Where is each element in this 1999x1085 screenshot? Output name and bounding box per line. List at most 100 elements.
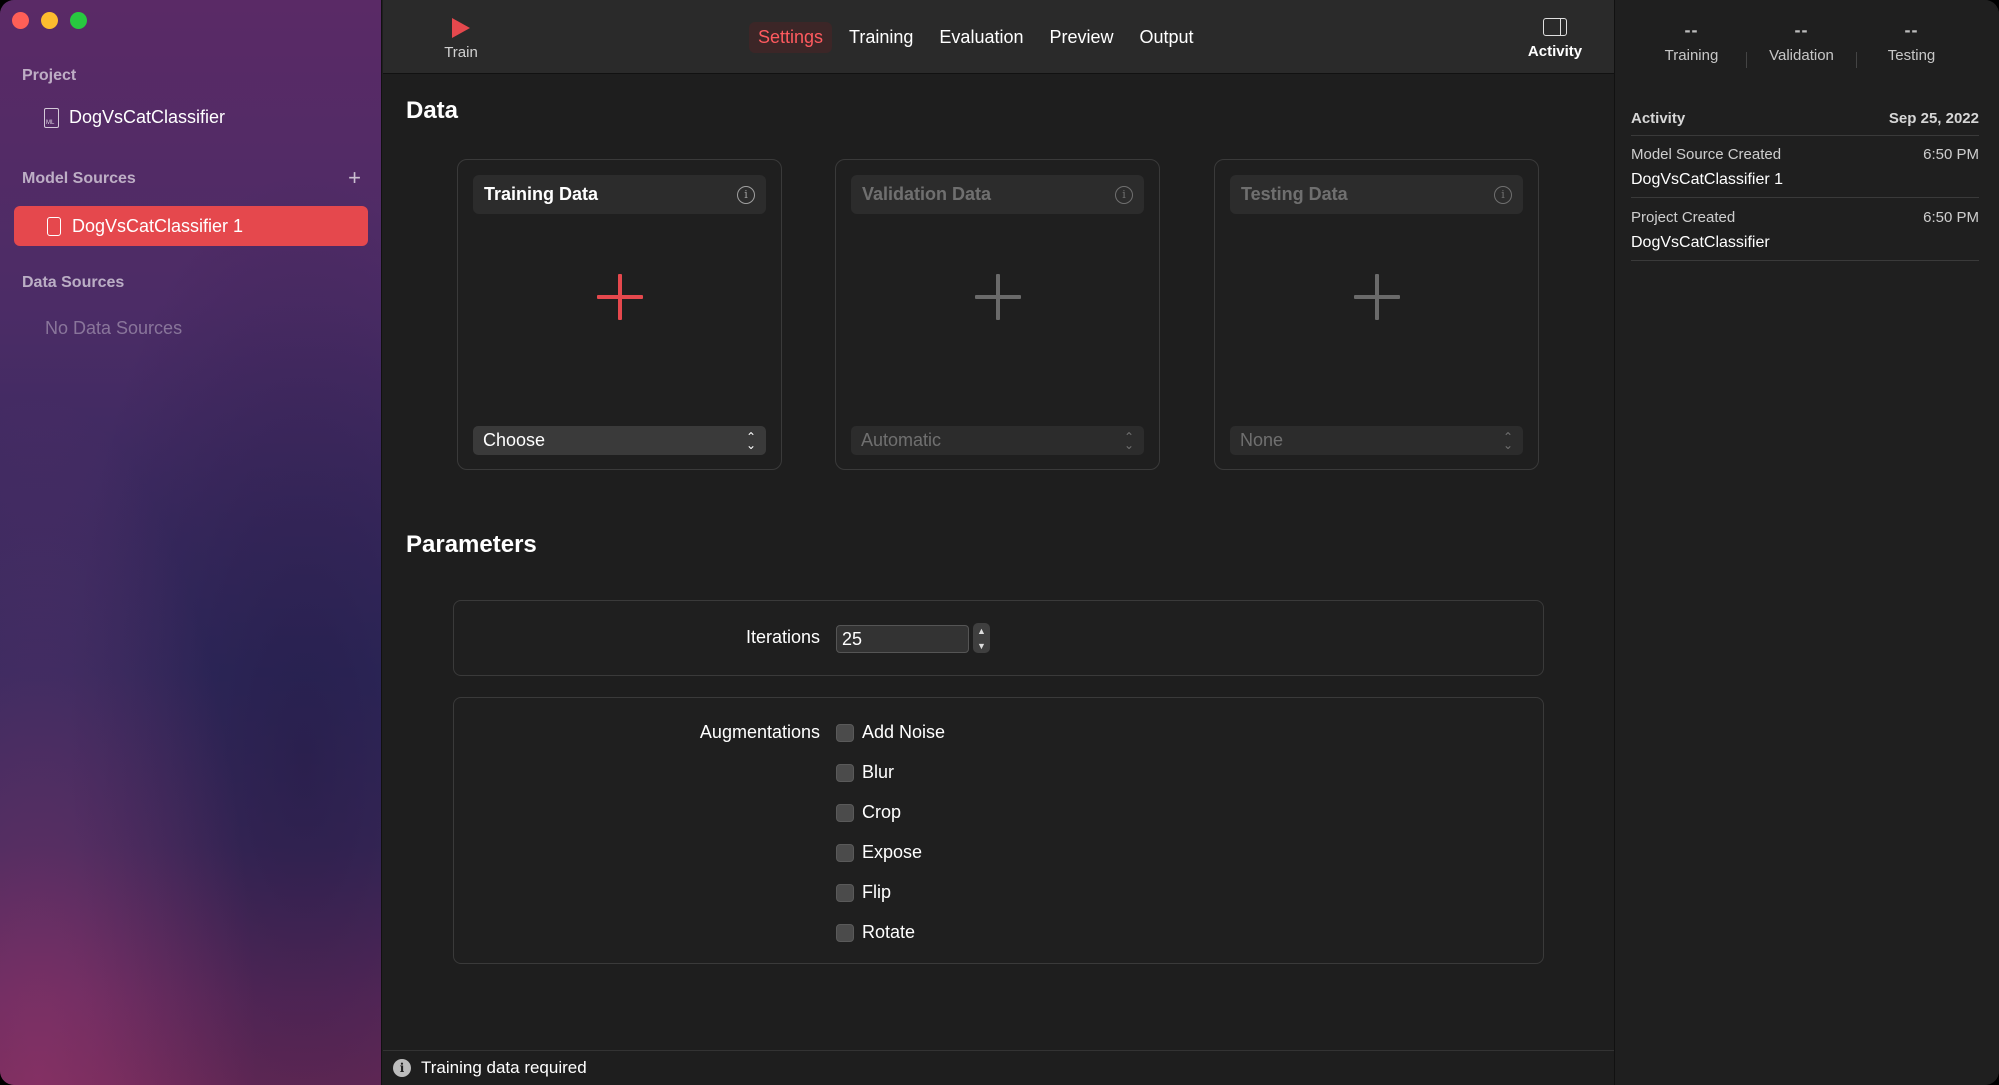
activity-panel: -- Training -- Validation -- Testing Act… xyxy=(1614,0,1999,1085)
info-icon: i xyxy=(393,1059,411,1077)
card-title: Testing Data xyxy=(1241,184,1348,204)
card-header: Validation Data i xyxy=(851,175,1144,214)
iterations-stepper[interactable]: ▲ ▼ xyxy=(973,623,990,653)
metric-label: Training xyxy=(1664,47,1719,64)
add-training-data-icon[interactable] xyxy=(596,274,643,320)
model-source-icon xyxy=(47,216,61,236)
train-label: Train xyxy=(444,44,478,61)
checkbox-label: Blur xyxy=(862,762,895,782)
activity-item-name: DogVsCatClassifier 1 xyxy=(1631,171,1784,188)
card-title: Validation Data xyxy=(862,184,992,204)
add-testing-data-icon[interactable] xyxy=(1353,274,1400,320)
tab-preview[interactable]: Preview xyxy=(1040,22,1122,53)
status-bar: i Training data required xyxy=(383,1050,1614,1085)
play-icon xyxy=(452,18,470,38)
iterations-label: Iterations xyxy=(745,627,820,647)
info-icon[interactable]: i xyxy=(737,185,755,204)
metric-label: Validation xyxy=(1769,47,1834,64)
model-source-name: DogVsCatClassifier 1 xyxy=(72,215,244,236)
augmentation-rotate[interactable]: Rotate xyxy=(836,922,915,943)
train-button[interactable]: Train xyxy=(431,18,491,61)
status-message: Training data required xyxy=(421,1058,587,1077)
activity-entry[interactable]: Model Source Created 6:50 PM DogVsCatCla… xyxy=(1631,146,1979,198)
card-header: Testing Data i xyxy=(1230,175,1523,214)
training-data-select[interactable]: Choose ⌃ ⌄ xyxy=(473,426,766,455)
activity-item-name: DogVsCatClassifier xyxy=(1631,234,1770,251)
augmentation-add-noise[interactable]: Add Noise xyxy=(836,722,945,743)
checkbox[interactable] xyxy=(836,723,854,742)
metric-value: -- xyxy=(1904,20,1919,40)
checkbox-label: Crop xyxy=(862,802,902,822)
data-section-heading: Data xyxy=(406,97,459,124)
activity-entry-row: Model Source Created 6:50 PM xyxy=(1631,146,1979,163)
activity-time: 6:50 PM xyxy=(1923,209,1979,226)
parameters-section-heading: Parameters xyxy=(406,531,537,558)
augmentation-crop[interactable]: Crop xyxy=(836,802,901,823)
checkbox[interactable] xyxy=(836,923,854,942)
iterations-panel: Iterations 25 ▲ ▼ xyxy=(453,600,1544,676)
info-icon[interactable]: i xyxy=(1494,185,1512,204)
activity-event: Model Source Created xyxy=(1631,146,1782,163)
sidebar-right-icon xyxy=(1543,18,1567,36)
activity-event: Project Created xyxy=(1631,209,1736,226)
select-value: Choose xyxy=(483,430,546,450)
stepper-down-icon[interactable]: ▼ xyxy=(977,641,986,651)
validation-metric: -- Validation xyxy=(1747,20,1856,68)
sidebar: Project DogVsCatClassifier Model Sources… xyxy=(0,0,382,1085)
add-model-source-button[interactable]: + xyxy=(348,167,361,189)
data-sources-empty-text: No Data Sources xyxy=(45,318,183,338)
activity-time: 6:50 PM xyxy=(1923,146,1979,163)
zoom-window-button[interactable] xyxy=(70,12,87,29)
checkbox[interactable] xyxy=(836,763,854,782)
minimize-window-button[interactable] xyxy=(41,12,58,29)
testing-metric: -- Testing xyxy=(1857,20,1966,68)
metric-value: -- xyxy=(1794,20,1809,40)
tab-training[interactable]: Training xyxy=(840,22,922,53)
select-value: None xyxy=(1240,430,1284,450)
toolbar: Train Settings Training Evaluation Previ… xyxy=(383,0,1614,74)
tab-settings[interactable]: Settings xyxy=(749,22,833,53)
augmentation-blur[interactable]: Blur xyxy=(836,762,894,783)
model-sources-heading: Model Sources xyxy=(22,170,136,187)
checkbox[interactable] xyxy=(836,843,854,862)
augmentations-label: Augmentations xyxy=(699,722,820,742)
activity-entry[interactable]: Project Created 6:50 PM DogVsCatClassifi… xyxy=(1631,209,1979,261)
validation-data-select[interactable]: Automatic ⌃ ⌄ xyxy=(851,426,1144,455)
close-window-button[interactable] xyxy=(12,12,29,29)
main-content: Data Training Data i Choose ⌃ ⌄ Validatio… xyxy=(383,75,1614,1050)
training-data-card[interactable]: Training Data i Choose ⌃ ⌄ xyxy=(457,159,782,470)
project-section-heading: Project xyxy=(22,67,77,84)
iterations-input[interactable]: 25 xyxy=(836,625,969,653)
validation-data-card[interactable]: Validation Data i Automatic ⌃ ⌄ xyxy=(835,159,1160,470)
activity-heading: Activity xyxy=(1631,110,1686,127)
checkbox-label: Expose xyxy=(862,842,923,862)
activity-header: Activity Sep 25, 2022 xyxy=(1631,110,1979,136)
augmentation-flip[interactable]: Flip xyxy=(836,882,891,903)
activity-date: Sep 25, 2022 xyxy=(1888,110,1979,127)
app-window: Project DogVsCatClassifier Model Sources… xyxy=(0,0,1999,1085)
metric-label: Testing xyxy=(1887,47,1936,64)
tab-output[interactable]: Output xyxy=(1131,22,1203,53)
training-metric: -- Training xyxy=(1637,20,1746,68)
window-controls xyxy=(12,12,87,29)
checkbox-label: Rotate xyxy=(862,922,916,942)
metrics-summary: -- Training -- Validation -- Testing xyxy=(1615,20,1999,68)
project-name: DogVsCatClassifier xyxy=(69,107,226,127)
tab-evaluation[interactable]: Evaluation xyxy=(930,22,1032,53)
stepper-up-icon[interactable]: ▲ xyxy=(977,626,986,636)
augmentation-expose[interactable]: Expose xyxy=(836,842,922,863)
select-value: Automatic xyxy=(861,430,942,450)
testing-data-card[interactable]: Testing Data i None ⌃ ⌄ xyxy=(1214,159,1539,470)
checkbox[interactable] xyxy=(836,883,854,902)
checkbox[interactable] xyxy=(836,803,854,822)
sidebar-item-model-source[interactable]: DogVsCatClassifier 1 xyxy=(14,206,368,246)
add-validation-data-icon[interactable] xyxy=(974,274,1021,320)
updown-chevron-icon: ⌃ ⌄ xyxy=(1502,429,1513,452)
activity-toggle-button[interactable]: Activity xyxy=(1520,18,1590,60)
sidebar-item-project[interactable]: DogVsCatClassifier xyxy=(44,107,225,128)
testing-data-select[interactable]: None ⌃ ⌄ xyxy=(1230,426,1523,455)
card-title: Training Data xyxy=(484,184,599,204)
activity-entry-row: Project Created 6:50 PM xyxy=(1631,209,1979,226)
tab-bar: Settings Training Evaluation Preview Out… xyxy=(749,22,1203,53)
info-icon[interactable]: i xyxy=(1115,185,1133,204)
